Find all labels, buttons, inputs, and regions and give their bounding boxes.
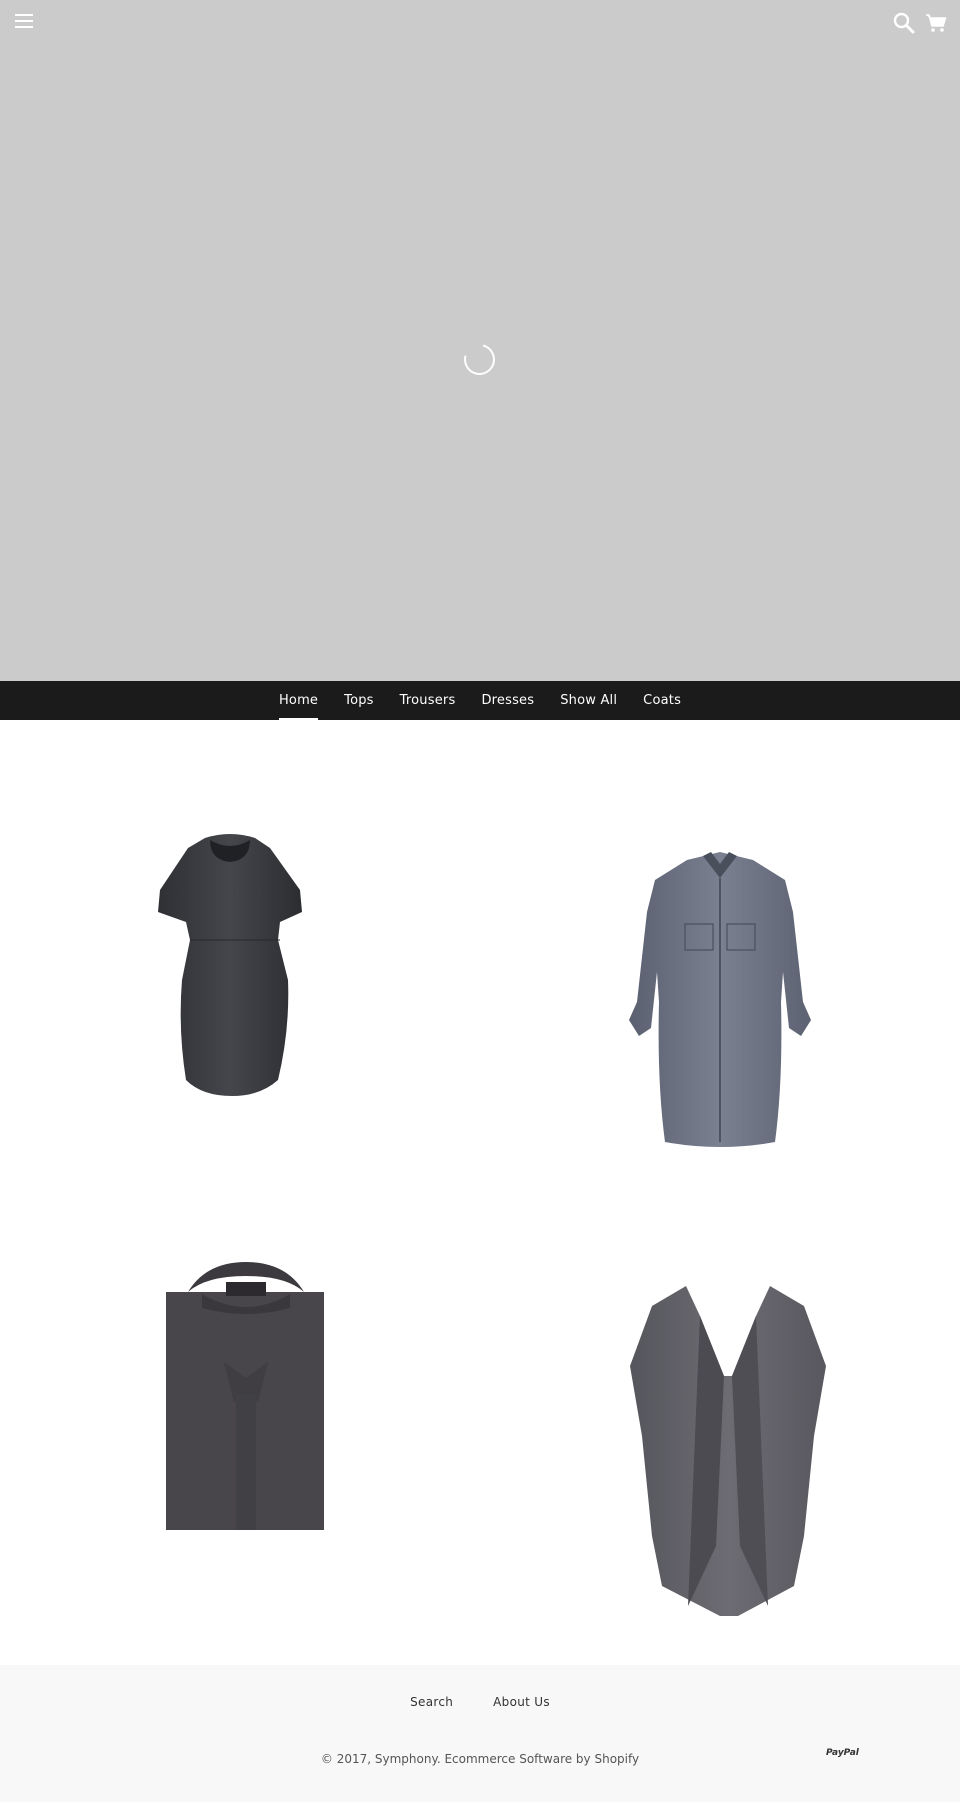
product-image-coat[interactable] bbox=[628, 1286, 828, 1616]
footer-links: Search About Us bbox=[0, 1695, 960, 1709]
product-image-shirt[interactable] bbox=[166, 1260, 326, 1532]
search-icon[interactable] bbox=[893, 12, 915, 34]
copyright-text: © 2017, Symphony. Ecommerce Software by … bbox=[320, 1752, 640, 1766]
paypal-payment-icon: PayPal bbox=[826, 1748, 859, 1758]
nav-item-tops[interactable]: Tops bbox=[344, 681, 374, 720]
nav-item-coats[interactable]: Coats bbox=[643, 681, 681, 720]
hamburger-menu-icon[interactable] bbox=[15, 14, 33, 28]
shopping-cart-icon[interactable] bbox=[925, 13, 947, 33]
nav-item-dresses[interactable]: Dresses bbox=[481, 681, 534, 720]
product-image-dress[interactable] bbox=[150, 830, 310, 1120]
main-navigation: Home Tops Trousers Dresses Show All Coat… bbox=[0, 681, 960, 720]
nav-item-trousers[interactable]: Trousers bbox=[400, 681, 456, 720]
nav-item-home[interactable]: Home bbox=[278, 681, 319, 720]
site-footer: Search About Us bbox=[0, 1665, 960, 1802]
footer-link-search[interactable]: Search bbox=[410, 1695, 453, 1709]
footer-link-about-us[interactable]: About Us bbox=[493, 1695, 550, 1709]
product-image-shirt-dress[interactable] bbox=[625, 852, 815, 1154]
nav-item-show-all[interactable]: Show All bbox=[560, 681, 617, 720]
hero-slideshow bbox=[0, 0, 960, 681]
loading-spinner-icon bbox=[458, 338, 501, 381]
